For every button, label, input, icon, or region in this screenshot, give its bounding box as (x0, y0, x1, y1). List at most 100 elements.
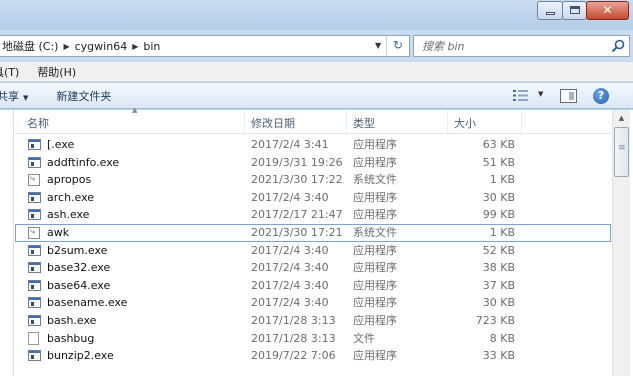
new-folder-button[interactable]: 新建文件夹 (56, 88, 111, 104)
file-type: 应用程序 (353, 313, 397, 327)
file-name: base32.exe (47, 261, 111, 275)
system-file-icon (28, 171, 40, 188)
file-row[interactable]: basename.exe 2017/2/4 3:40 应用程序 30 KB (15, 294, 611, 312)
file-date: 2017/1/28 3:13 (251, 331, 336, 345)
file-row[interactable]: b2sum.exe 2017/2/4 3:40 应用程序 52 KB (15, 242, 611, 260)
file-row[interactable]: [.exe 2017/2/4 3:41 应用程序 63 KB (15, 136, 611, 154)
file-row[interactable]: base32.exe 2017/2/4 3:40 应用程序 38 KB (15, 259, 611, 277)
file-name: bash.exe (47, 313, 97, 327)
file-rows: [.exe 2017/2/4 3:41 应用程序 63 KB addftinfo.exe… (15, 136, 611, 365)
column-header-name[interactable]: 名称 (27, 115, 49, 131)
file-row[interactable]: bunzip2.exe 2019/7/22 7:06 应用程序 33 KB (15, 347, 611, 365)
file-date: 2019/3/31 19:26 (251, 155, 343, 169)
file-date: 2017/2/4 3:41 (251, 138, 329, 151)
column-header-row: ▲ 名称 修改日期 类型 大小 (15, 106, 611, 134)
share-label: 共享 (0, 89, 19, 103)
command-bar: 共享 ▼ 新建文件夹 ▼ ? (0, 83, 633, 109)
file-date: 2017/2/17 21:47 (251, 208, 343, 222)
breadcrumb-separator-icon[interactable]: ▶ (132, 42, 138, 51)
preview-pane-icon[interactable] (560, 89, 577, 103)
file-row[interactable]: awk 2021/3/30 17:21 系统文件 1 KB (15, 223, 611, 242)
file-type: 应用程序 (353, 155, 397, 169)
file-row[interactable]: bashbug 2017/1/28 3:13 文件 8 KB (15, 330, 611, 348)
minimize-button[interactable] (537, 1, 563, 20)
application-icon (28, 314, 41, 326)
application-icon (28, 191, 41, 203)
maximize-button[interactable] (562, 1, 587, 20)
file-size: 33 KB (482, 349, 515, 363)
column-header-date[interactable]: 修改日期 (251, 115, 295, 131)
breadcrumb-bin[interactable]: bin (143, 40, 160, 53)
address-bar[interactable]: 地磁盘 (C:) ▶ cygwin64 ▶ bin ▼ ↻ (0, 35, 410, 57)
file-type: 文件 (353, 331, 375, 345)
file-name: bunzip2.exe (47, 349, 114, 363)
file-type: 系统文件 (353, 225, 397, 239)
file-type: 应用程序 (353, 296, 397, 310)
file-type: 应用程序 (353, 349, 397, 363)
file-name: [.exe (47, 138, 75, 151)
file-type: 系统文件 (353, 173, 397, 187)
column-header-size[interactable]: 大小 (454, 115, 476, 131)
close-button[interactable]: ✕ (586, 1, 629, 20)
file-row[interactable]: ash.exe 2017/2/17 21:47 应用程序 99 KB (15, 206, 611, 224)
file-row[interactable]: base64.exe 2017/2/4 3:40 应用程序 37 KB (15, 277, 611, 295)
search-box[interactable] (413, 35, 630, 57)
application-icon (28, 244, 41, 256)
file-name: apropos (47, 173, 92, 187)
application-icon (28, 297, 41, 309)
file-row[interactable]: bash.exe 2017/1/28 3:13 应用程序 723 KB (15, 312, 611, 330)
file-list-view: ▲ 名称 修改日期 类型 大小 [.exe 2017/2/4 3:41 应用程序 63… (0, 106, 633, 376)
help-icon[interactable]: ? (593, 88, 609, 104)
file-row[interactable]: apropos 2021/3/30 17:22 系统文件 1 KB (15, 171, 611, 189)
file-type: 应用程序 (353, 138, 397, 151)
view-dropdown-icon[interactable]: ▼ (538, 90, 543, 98)
file-size: 38 KB (482, 261, 515, 275)
file-name: ash.exe (47, 208, 90, 222)
column-divider[interactable] (447, 110, 448, 133)
application-icon (28, 139, 41, 150)
application-icon (28, 279, 41, 291)
file-size: 52 KB (482, 243, 515, 257)
file-size: 1 KB (489, 225, 515, 239)
sort-ascending-icon: ▲ (132, 106, 138, 114)
file-name: bashbug (47, 331, 95, 345)
file-size: 723 KB (475, 313, 515, 327)
breadcrumb-drive[interactable]: 地磁盘 (C:) (2, 38, 58, 54)
file-size: 30 KB (482, 190, 515, 204)
breadcrumb-cygwin64[interactable]: cygwin64 (75, 40, 128, 53)
maximize-icon (570, 6, 580, 14)
application-icon (28, 156, 41, 168)
system-file-icon (28, 224, 40, 241)
file-size: 8 KB (489, 331, 515, 345)
menu-help[interactable]: 帮助(H) (37, 64, 82, 80)
search-input[interactable] (422, 38, 602, 54)
file-date: 2017/1/28 3:13 (251, 313, 336, 327)
file-date: 2017/2/4 3:40 (251, 190, 329, 204)
scrollbar-thumb[interactable] (614, 127, 629, 177)
address-history-dropdown-icon[interactable]: ▼ (375, 41, 381, 50)
refresh-icon[interactable]: ↻ (386, 36, 409, 56)
breadcrumb-separator-icon[interactable]: ▶ (63, 42, 69, 51)
column-divider[interactable] (521, 110, 522, 133)
view-options-icon[interactable] (513, 89, 529, 102)
search-icon[interactable] (610, 38, 626, 54)
column-divider[interactable] (244, 110, 245, 133)
title-bar: ✕ (0, 0, 633, 30)
column-header-type[interactable]: 类型 (353, 115, 375, 131)
scroll-up-icon[interactable]: ▲ (613, 110, 630, 127)
chevron-down-icon: ▼ (23, 93, 29, 102)
file-row[interactable]: arch.exe 2017/2/4 3:40 应用程序 30 KB (15, 189, 611, 207)
file-row[interactable]: addftinfo.exe 2019/3/31 19:26 应用程序 51 KB (15, 154, 611, 172)
file-date: 2017/2/4 3:40 (251, 296, 329, 310)
vertical-scrollbar[interactable]: ▲ (612, 110, 630, 376)
close-icon: ✕ (602, 3, 613, 17)
application-icon (28, 350, 41, 362)
file-size: 37 KB (482, 278, 515, 292)
share-button[interactable]: 共享 ▼ (0, 88, 28, 104)
file-name: b2sum.exe (47, 243, 108, 257)
file-name: basename.exe (47, 296, 128, 310)
file-type: 应用程序 (353, 243, 397, 257)
navigation-pane[interactable] (0, 110, 14, 376)
menu-tools[interactable]: 具(T) (0, 64, 25, 80)
column-divider[interactable] (346, 110, 347, 133)
